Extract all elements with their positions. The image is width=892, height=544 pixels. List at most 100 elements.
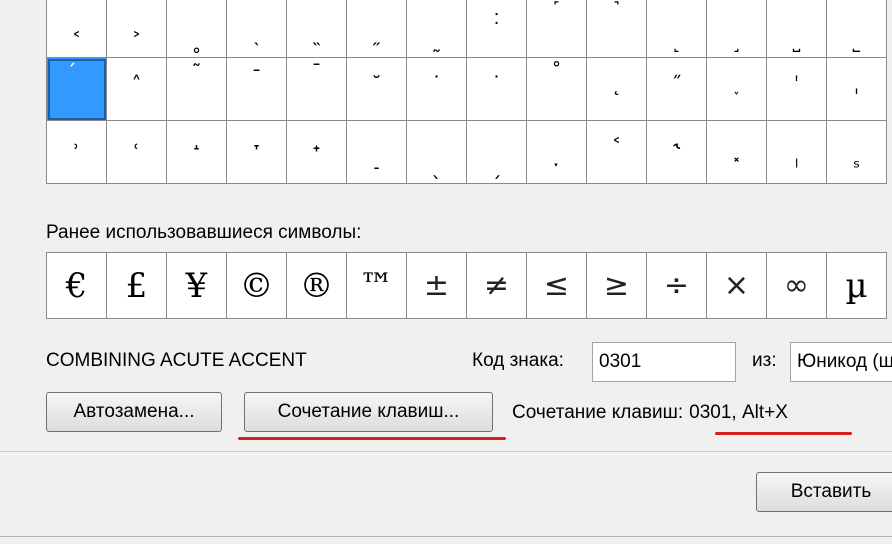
symbol-glyph: ˴ — [253, 29, 260, 53]
symbol-cell[interactable]: ˓ — [107, 121, 167, 184]
annotation-underline-button — [238, 437, 506, 440]
symbol-glyph: ˑ — [553, 155, 560, 179]
encoding-select[interactable]: Юникод (ш — [790, 342, 892, 382]
symbol-cell[interactable]: ˴ — [227, 0, 287, 58]
shortcut-key-button[interactable]: Сочетание клавиш... — [244, 392, 493, 432]
char-code-label: Код знака: — [472, 350, 564, 371]
symbol-cell[interactable]: ˵ — [287, 0, 347, 58]
symbol-cell[interactable]: ˄ — [107, 58, 167, 121]
symbol-cell[interactable]: ˾ — [827, 0, 887, 58]
symbol-glyph: ˸ — [493, 9, 500, 33]
symbol-cell[interactable]: ˷ — [407, 0, 467, 58]
symbol-glyph: ˓ — [133, 135, 140, 159]
character-name: COMBINING ACUTE ACCENT — [46, 350, 307, 371]
symbol-glyph: ˗ — [373, 155, 380, 179]
symbol-cell[interactable]: ˼ — [707, 0, 767, 58]
insert-button[interactable]: Вставить — [756, 472, 892, 512]
symbol-glyph: ˞ — [673, 135, 680, 159]
recent-symbol-micro[interactable]: µ — [827, 253, 887, 319]
symbol-glyph: ́ — [47, 62, 106, 82]
recent-symbol-registered[interactable]: ® — [287, 253, 347, 319]
recent-symbol-copyright[interactable]: © — [227, 253, 287, 319]
symbol-cell[interactable]: ˒ — [47, 121, 107, 184]
symbol-cell[interactable]: ˌ — [827, 58, 887, 121]
symbol-glyph: ˌ — [853, 72, 860, 96]
symbol-glyph: ˟ — [731, 155, 742, 179]
symbol-cell[interactable]: ˉ — [227, 58, 287, 121]
symbol-glyph: ˃ — [131, 29, 142, 53]
symbol-cell[interactable]: ˘ — [347, 58, 407, 121]
symbol-cell[interactable]: ˟ — [707, 121, 767, 184]
symbol-cell[interactable]: ˽ — [767, 0, 827, 58]
symbol-cell[interactable]: ˸ — [467, 0, 527, 58]
symbol-cell[interactable]: ˙ — [407, 58, 467, 121]
recent-symbols-label: Ранее использовавшиеся символы: — [46, 222, 362, 243]
symbol-grid[interactable]: ˂ ˃ ˳ ˴ ˵ ˶ ˷ ˸ ˹ ˺ ˻ ˼ ˽ ˾ ́ ˄ ˜ ˉ ˉ ˘ … — [46, 0, 887, 184]
recent-symbol-not-equal[interactable]: ≠ — [467, 253, 527, 319]
symbol-glyph: ˘ — [371, 72, 382, 96]
symbol-cell[interactable]: ˂ — [587, 121, 647, 184]
symbol-cell[interactable]: ˕ — [227, 121, 287, 184]
symbol-cell[interactable]: ˻ — [647, 0, 707, 58]
symbol-cell[interactable]: ˂ — [47, 0, 107, 58]
symbol-glyph: ˷ — [431, 29, 442, 53]
symbol-cell[interactable]: ˗ — [347, 121, 407, 184]
symbol-cell[interactable]: ˜ — [167, 58, 227, 121]
symbol-cell[interactable]: ˢ — [827, 121, 887, 184]
symbol-glyph: ˼ — [733, 29, 740, 53]
symbol-glyph: ˄ — [131, 72, 142, 96]
recent-symbols-row[interactable]: € £ ¥ © ® ™ ± ≠ ≤ ≥ ÷ × ∞ µ — [46, 252, 887, 319]
symbol-cell[interactable]: ˚ — [527, 58, 587, 121]
recent-symbol-less-equal[interactable]: ≤ — [527, 253, 587, 319]
divider — [0, 451, 892, 452]
symbol-glyph: ˙ — [431, 72, 442, 96]
symbol-cell-selected[interactable]: ́ — [47, 58, 107, 121]
recent-symbol-division[interactable]: ÷ — [647, 253, 707, 319]
symbol-glyph: ˾ — [852, 29, 861, 53]
recent-symbol-infinity[interactable]: ∞ — [767, 253, 827, 319]
symbol-cell[interactable]: ˙ — [467, 58, 527, 121]
symbol-cell[interactable]: ˛ — [587, 58, 647, 121]
symbol-cell[interactable]: ˺ — [587, 0, 647, 58]
symbol-cell[interactable]: ˖ — [287, 121, 347, 184]
symbol-cell[interactable]: ˃ — [107, 0, 167, 58]
symbol-glyph: ˶ — [373, 29, 380, 53]
symbol-glyph: ˂ — [611, 135, 622, 159]
symbol-glyph: ˺ — [613, 0, 620, 21]
symbol-glyph: ˝ — [671, 72, 682, 96]
symbol-cell[interactable]: ˔ — [167, 121, 227, 184]
symbol-glyph: ˻ — [673, 29, 680, 53]
symbol-cell[interactable]: ˈ — [767, 58, 827, 121]
symbol-cell[interactable]: ˞ — [647, 121, 707, 184]
symbol-glyph: ˖ — [312, 135, 321, 159]
symbol-cell[interactable]: ˝ — [647, 58, 707, 121]
symbol-glyph: ˽ — [792, 29, 801, 53]
symbol-cell[interactable]: ˯ — [707, 58, 767, 121]
symbol-cell[interactable]: ˉ — [287, 58, 347, 121]
char-code-input[interactable]: 0301 — [592, 342, 736, 382]
symbol-cell[interactable]: ˎ — [407, 121, 467, 184]
symbol-glyph: ˯ — [733, 72, 740, 96]
symbol-cell[interactable]: ˑ — [527, 121, 587, 184]
shortcut-info: Сочетание клавиш: 0301, Alt+X — [512, 402, 788, 424]
symbol-cell[interactable]: ˳ — [167, 0, 227, 58]
symbol-cell[interactable]: ˏ — [467, 121, 527, 184]
symbol-glyph: ˹ — [553, 0, 560, 21]
recent-symbol-pound[interactable]: £ — [107, 253, 167, 319]
symbol-glyph: ˙ — [491, 72, 502, 96]
symbol-cell[interactable]: ˶ — [347, 0, 407, 58]
symbol-glyph: ˏ — [491, 155, 502, 179]
symbol-cell[interactable]: ˹ — [527, 0, 587, 58]
recent-symbol-yen[interactable]: ¥ — [167, 253, 227, 319]
autocorrect-button[interactable]: Автозамена... — [46, 392, 222, 432]
recent-symbol-greater-equal[interactable]: ≥ — [587, 253, 647, 319]
recent-symbol-plus-minus[interactable]: ± — [407, 253, 467, 319]
recent-symbol-trademark[interactable]: ™ — [347, 253, 407, 319]
symbol-glyph: ˳ — [191, 29, 202, 53]
symbol-cell[interactable]: ˡ — [767, 121, 827, 184]
symbol-glyph: ˢ — [852, 155, 861, 179]
symbol-glyph: ˒ — [73, 135, 80, 159]
recent-symbol-euro[interactable]: € — [47, 253, 107, 319]
from-label: из: — [752, 350, 777, 371]
recent-symbol-multiply[interactable]: × — [707, 253, 767, 319]
